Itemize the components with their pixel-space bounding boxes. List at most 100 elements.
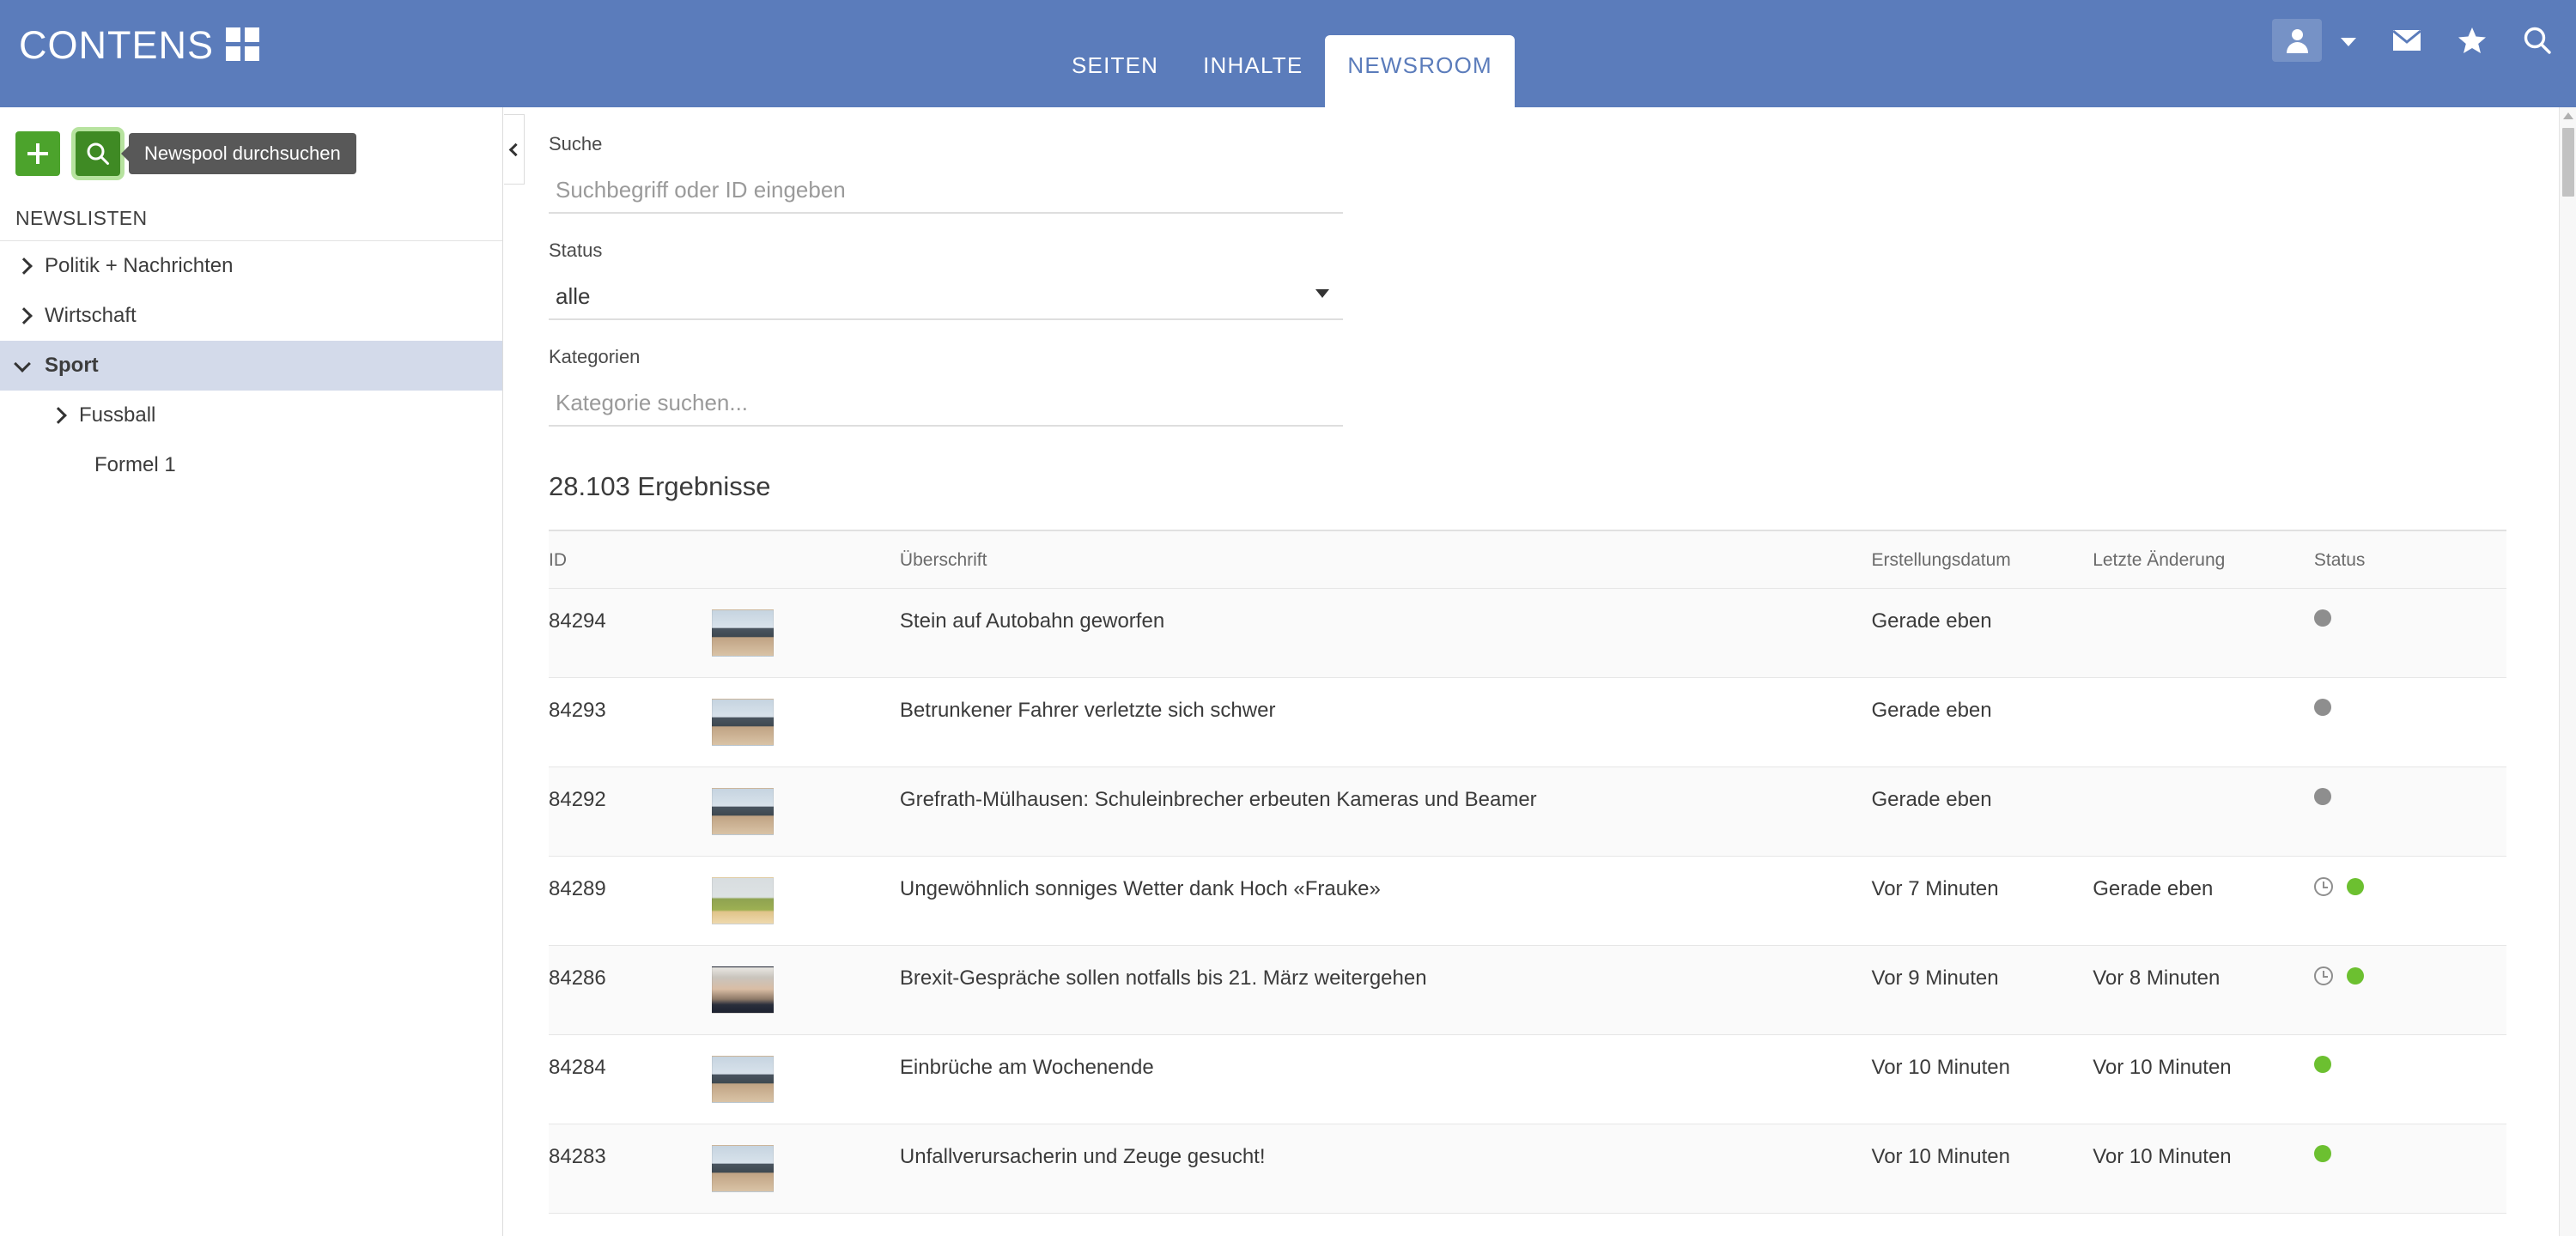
column-header-status[interactable]: Status	[2314, 530, 2506, 589]
cell-title[interactable]: Brexit-Gespräche sollen notfalls bis 21.…	[900, 946, 1872, 1035]
triangle-up-icon[interactable]	[2563, 112, 2573, 119]
categories-label: Kategorien	[549, 346, 1343, 368]
table-row[interactable]: 84294 Stein auf Autobahn geworfen Gerade…	[549, 589, 2506, 678]
cell-title[interactable]: Stein auf Autobahn geworfen	[900, 589, 1872, 678]
status-badge	[2314, 699, 2331, 716]
search-field-group: Suche	[549, 133, 1343, 214]
cell-created: Gerade eben	[1872, 678, 2093, 767]
search-icon[interactable]	[2523, 26, 2552, 55]
categories-input[interactable]	[549, 387, 1343, 427]
chevron-down-icon[interactable]	[2341, 38, 2356, 46]
cell-id: 84286	[549, 946, 712, 1035]
cell-title[interactable]: Einbrüche am Wochenende	[900, 1035, 1872, 1124]
sidebar-item-label: Politik + Nachrichten	[45, 254, 233, 278]
column-header-created[interactable]: Erstellungsdatum	[1872, 530, 2093, 589]
newslists-section-title: NEWSLISTEN	[0, 196, 502, 241]
user-avatar-icon[interactable]	[2272, 19, 2322, 62]
sidebar-item-sport[interactable]: Sport	[0, 341, 502, 391]
cell-changed	[2093, 589, 2314, 678]
status-field-group: Status alle	[549, 239, 1343, 320]
cell-title[interactable]: Unfallverursacherin und Zeuge gesucht!	[900, 1124, 1872, 1214]
article-thumbnail	[712, 699, 774, 746]
status-select[interactable]: alle	[549, 281, 1343, 320]
table-row[interactable]: 84289 Ungewöhnlich sonniges Wetter dank …	[549, 857, 2506, 946]
no-chevron-icon	[64, 456, 82, 475]
cell-status	[2314, 1124, 2506, 1214]
vertical-scrollbar[interactable]	[2559, 107, 2576, 1236]
sidebar-item-label: Fussball	[79, 403, 155, 427]
results-count: 28.103 Ergebnisse	[549, 471, 2561, 502]
table-header-row: ID Überschrift Erstellungsdatum Letzte Ä…	[549, 530, 2506, 589]
article-thumbnail	[712, 788, 774, 835]
left-sidebar: Newspool durchsuchen NEWSLISTEN Politik …	[0, 107, 503, 1236]
add-newslist-button[interactable]	[15, 131, 60, 176]
brand-logo[interactable]: CONTENS	[19, 26, 259, 64]
article-thumbnail	[712, 966, 774, 1014]
table-body: 84294 Stein auf Autobahn geworfen Gerade…	[549, 589, 2506, 1214]
clock-icon	[2314, 877, 2333, 896]
sidebar-item-politik-nachrichten[interactable]: Politik + Nachrichten	[0, 241, 502, 291]
cell-changed: Vor 10 Minuten	[2093, 1124, 2314, 1214]
search-button-tooltip: Newspool durchsuchen	[129, 133, 356, 174]
tab-newsroom[interactable]: NEWSROOM	[1325, 35, 1514, 107]
cell-created: Gerade eben	[1872, 589, 2093, 678]
column-header-thumbnail	[712, 530, 899, 589]
cell-title[interactable]: Grefrath-Mülhausen: Schuleinbrecher erbe…	[900, 767, 1872, 857]
status-badge	[2347, 967, 2364, 985]
cell-id: 84292	[549, 767, 712, 857]
table-row[interactable]: 84292 Grefrath-Mülhausen: Schuleinbreche…	[549, 767, 2506, 857]
scrollbar-thumb[interactable]	[2562, 128, 2574, 197]
search-input[interactable]	[549, 174, 1343, 214]
chevron-right-icon[interactable]	[14, 257, 33, 276]
cell-id: 84294	[549, 589, 712, 678]
sidebar-item-label: Sport	[45, 354, 99, 378]
column-header-changed[interactable]: Letzte Änderung	[2093, 530, 2314, 589]
cell-status	[2314, 857, 2506, 946]
cell-thumbnail	[712, 857, 899, 946]
mail-icon[interactable]	[2392, 29, 2421, 52]
cell-thumbnail	[712, 678, 899, 767]
table-row[interactable]: 84284 Einbrüche am Wochenende Vor 10 Min…	[549, 1035, 2506, 1124]
sidebar-item-wirtschaft[interactable]: Wirtschaft	[0, 291, 502, 341]
cell-thumbnail	[712, 1124, 899, 1214]
cell-changed: Gerade eben	[2093, 857, 2314, 946]
column-header-title[interactable]: Überschrift	[900, 530, 1872, 589]
cell-thumbnail	[712, 767, 899, 857]
cell-title[interactable]: Betrunkener Fahrer verletzte sich schwer	[900, 678, 1872, 767]
newsroom-content: Suche Status alle Kategorien 28.103 Erge…	[504, 133, 2561, 1214]
top-header-bar: CONTENS SEITEN INHALTE NEWSROOM	[0, 0, 2576, 107]
chevron-right-icon[interactable]	[48, 406, 67, 425]
chevron-down-icon[interactable]	[14, 356, 33, 375]
status-badge	[2314, 1145, 2331, 1162]
sidebar-item-label: Formel 1	[94, 453, 176, 477]
sidebar-item-fussball[interactable]: Fussball	[0, 391, 502, 440]
star-icon[interactable]	[2458, 27, 2487, 54]
categories-field-group: Kategorien	[549, 346, 1343, 427]
clock-icon	[2314, 966, 2333, 985]
tab-seiten[interactable]: SEITEN	[1049, 54, 1181, 107]
grid-squares-icon	[226, 27, 259, 61]
cell-status	[2314, 1035, 2506, 1124]
tab-inhalte[interactable]: INHALTE	[1181, 54, 1325, 107]
column-header-id[interactable]: ID	[549, 530, 712, 589]
cell-thumbnail	[712, 946, 899, 1035]
table-row[interactable]: 84293 Betrunkener Fahrer verletzte sich …	[549, 678, 2506, 767]
header-icon-group	[2272, 19, 2552, 62]
cell-id: 84284	[549, 1035, 712, 1124]
cell-title[interactable]: Ungewöhnlich sonniges Wetter dank Hoch «…	[900, 857, 1872, 946]
chevron-left-icon	[509, 142, 523, 156]
chevron-right-icon[interactable]	[14, 306, 33, 325]
collapse-sidebar-button[interactable]	[504, 114, 525, 185]
search-newspool-button[interactable]	[76, 131, 120, 176]
cell-id: 84293	[549, 678, 712, 767]
article-thumbnail	[712, 877, 774, 924]
table-row[interactable]: 84286 Brexit-Gespräche sollen notfalls b…	[549, 946, 2506, 1035]
sidebar-item-formel-1[interactable]: Formel 1	[0, 440, 502, 490]
cell-changed	[2093, 678, 2314, 767]
cell-status	[2314, 767, 2506, 857]
main-navigation: SEITEN INHALTE NEWSROOM	[1049, 0, 1515, 107]
cell-thumbnail	[712, 589, 899, 678]
table-row[interactable]: 84283 Unfallverursacherin und Zeuge gesu…	[549, 1124, 2506, 1214]
cell-id: 84283	[549, 1124, 712, 1214]
cell-created: Gerade eben	[1872, 767, 2093, 857]
